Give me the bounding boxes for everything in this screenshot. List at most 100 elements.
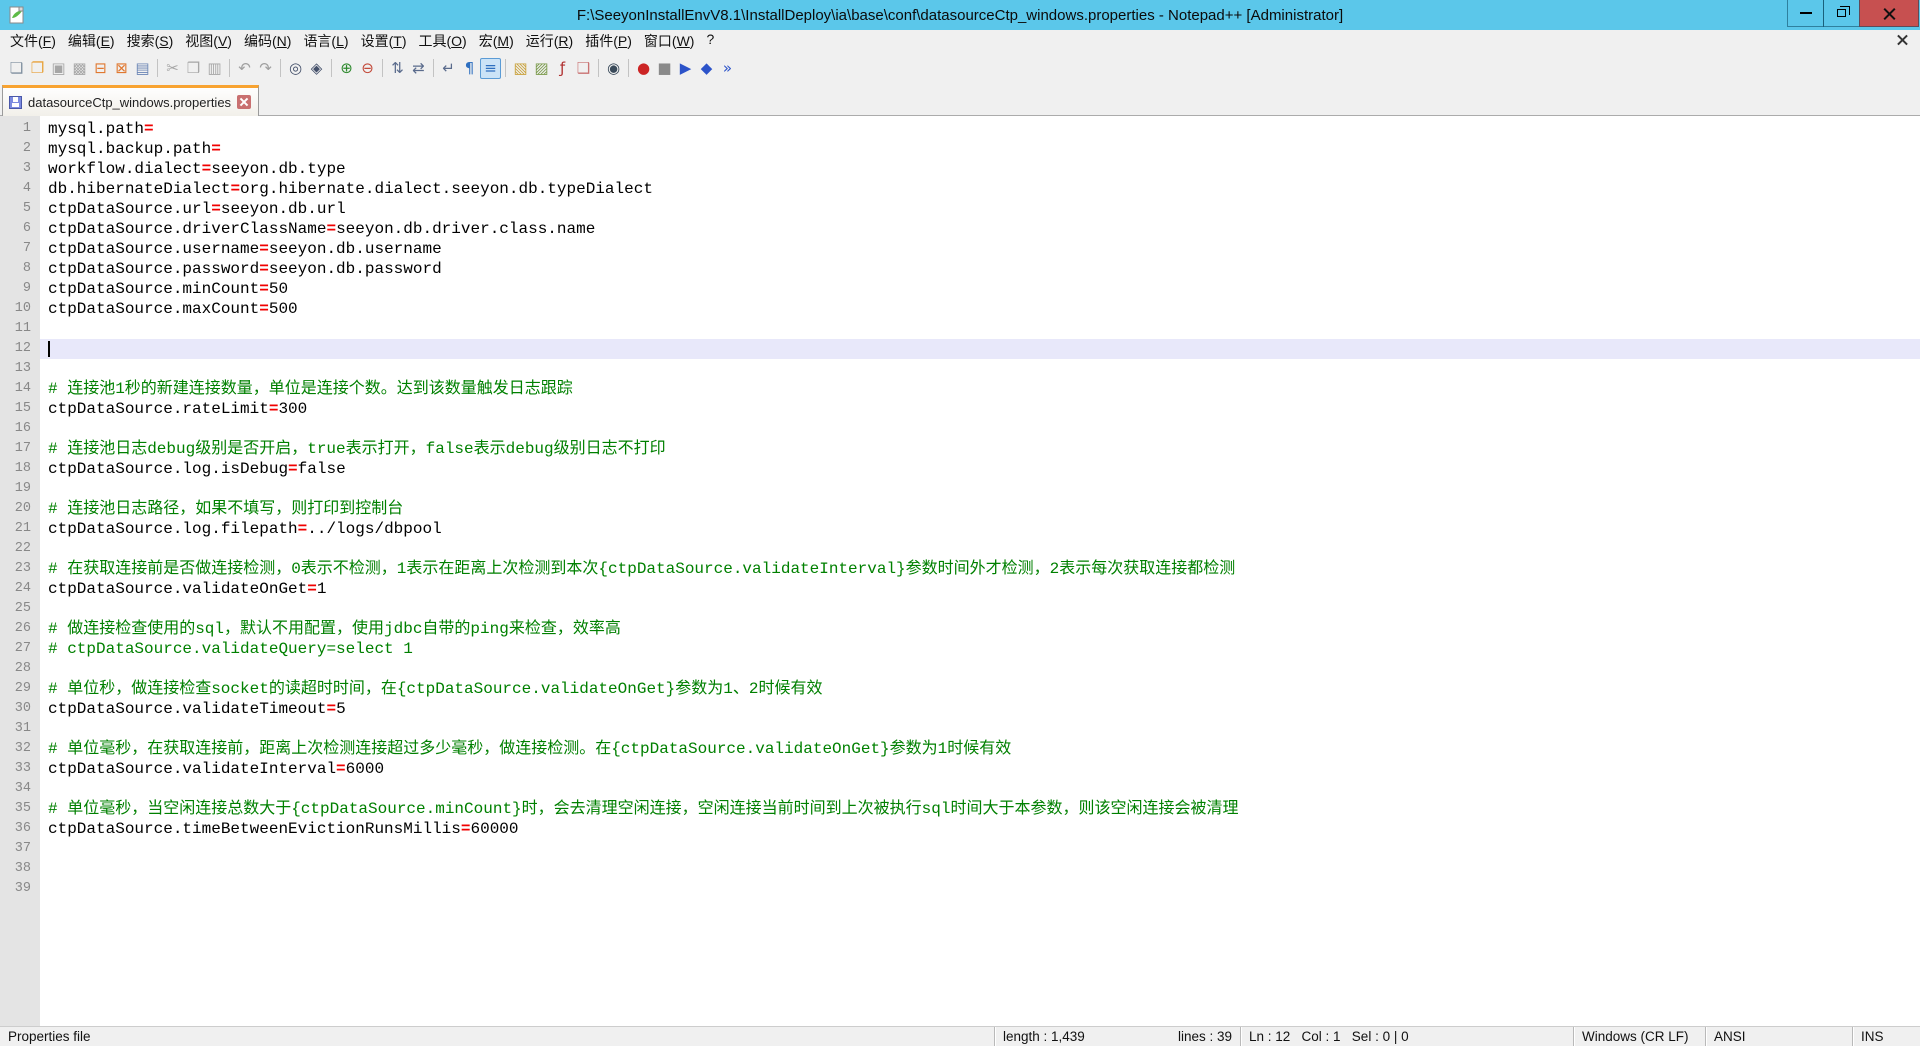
editor-line-30[interactable]: 30ctpDataSource.validateTimeout=5 — [0, 699, 1920, 719]
tab-close-button[interactable] — [237, 95, 251, 109]
editor-line-6[interactable]: 6ctpDataSource.driverClassName=seeyon.db… — [0, 219, 1920, 239]
line-number[interactable]: 3 — [0, 159, 40, 179]
editor-line-23[interactable]: 23# 在获取连接前是否做连接检测，0表示不检测，1表示在距离上次检测到本次{c… — [0, 559, 1920, 579]
word-wrap-button[interactable]: ↵ — [438, 58, 459, 79]
editor-line-1[interactable]: 1mysql.path= — [0, 119, 1920, 139]
menu-plugins[interactable]: 插件(P) — [579, 29, 638, 53]
editor-line-26[interactable]: 26# 做连接检查使用的sql，默认不用配置，使用jdbc自带的ping来检查，… — [0, 619, 1920, 639]
editor-line-38[interactable]: 38 — [0, 859, 1920, 879]
line-number[interactable]: 2 — [0, 139, 40, 159]
editor-line-32[interactable]: 32# 单位毫秒，在获取连接前，距离上次检测连接超过多少毫秒，做连接检测。在{c… — [0, 739, 1920, 759]
monitoring-button[interactable]: ◉ — [603, 58, 624, 79]
line-number[interactable]: 19 — [0, 479, 40, 499]
stop-recording-button[interactable]: ■ — [654, 58, 675, 79]
line-number[interactable]: 23 — [0, 559, 40, 579]
close-button[interactable] — [1859, 0, 1919, 27]
line-number[interactable]: 10 — [0, 299, 40, 319]
editor-line-22[interactable]: 22 — [0, 539, 1920, 559]
editor-line-28[interactable]: 28 — [0, 659, 1920, 679]
find-button[interactable]: ◎ — [285, 58, 306, 79]
line-number[interactable]: 35 — [0, 799, 40, 819]
close-all-button[interactable]: ⊠ — [111, 58, 132, 79]
line-number[interactable]: 34 — [0, 779, 40, 799]
editor-line-17[interactable]: 17# 连接池日志debug级别是否开启，true表示打开，false表示deb… — [0, 439, 1920, 459]
line-number[interactable]: 20 — [0, 499, 40, 519]
editor-line-31[interactable]: 31 — [0, 719, 1920, 739]
open-file-button[interactable]: ❐ — [27, 58, 48, 79]
line-number[interactable]: 14 — [0, 379, 40, 399]
function-list-button[interactable]: ƒ — [552, 58, 573, 79]
editor-line-27[interactable]: 27# ctpDataSource.validateQuery=select 1 — [0, 639, 1920, 659]
editor-line-36[interactable]: 36ctpDataSource.timeBetweenEvictionRunsM… — [0, 819, 1920, 839]
line-number[interactable]: 17 — [0, 439, 40, 459]
line-number[interactable]: 24 — [0, 579, 40, 599]
editor-line-39[interactable]: 39 — [0, 879, 1920, 899]
editor-line-11[interactable]: 11 — [0, 319, 1920, 339]
line-number[interactable]: 21 — [0, 519, 40, 539]
line-number[interactable]: 25 — [0, 599, 40, 619]
editor-line-20[interactable]: 20# 连接池日志路径，如果不填写，则打印到控制台 — [0, 499, 1920, 519]
show-indent-guide-button[interactable]: ≡ — [480, 58, 501, 79]
editor-line-25[interactable]: 25 — [0, 599, 1920, 619]
menu-macro[interactable]: 宏(M) — [473, 29, 520, 53]
menu-view[interactable]: 视图(V) — [179, 29, 238, 53]
menu-run[interactable]: 运行(R) — [520, 29, 579, 53]
editor-line-34[interactable]: 34 — [0, 779, 1920, 799]
line-number[interactable]: 8 — [0, 259, 40, 279]
line-number[interactable]: 1 — [0, 119, 40, 139]
menu-file[interactable]: 文件(F) — [4, 29, 62, 53]
editor-line-9[interactable]: 9ctpDataSource.minCount=50 — [0, 279, 1920, 299]
restore-button[interactable] — [1823, 0, 1860, 27]
editor-line-8[interactable]: 8ctpDataSource.password=seeyon.db.passwo… — [0, 259, 1920, 279]
record-macro-button[interactable]: ● — [633, 58, 654, 79]
line-number[interactable]: 30 — [0, 699, 40, 719]
paste-button[interactable]: ▥ — [204, 58, 225, 79]
editor-line-7[interactable]: 7ctpDataSource.username=seeyon.db.userna… — [0, 239, 1920, 259]
line-number[interactable]: 38 — [0, 859, 40, 879]
minimize-button[interactable] — [1787, 0, 1824, 27]
print-button[interactable]: ▤ — [132, 58, 153, 79]
line-number[interactable]: 26 — [0, 619, 40, 639]
playback-macro-button[interactable]: ▶ — [675, 58, 696, 79]
line-number[interactable]: 18 — [0, 459, 40, 479]
line-number[interactable]: 5 — [0, 199, 40, 219]
statusbar-eol-format[interactable]: Windows (CR LF) — [1573, 1027, 1705, 1046]
line-number[interactable]: 7 — [0, 239, 40, 259]
line-number[interactable]: 4 — [0, 179, 40, 199]
sync-vertical-scroll-button[interactable]: ⇅ — [387, 58, 408, 79]
editor-line-21[interactable]: 21ctpDataSource.log.filepath=../logs/dbp… — [0, 519, 1920, 539]
line-number[interactable]: 28 — [0, 659, 40, 679]
editor-line-5[interactable]: 5ctpDataSource.url=seeyon.db.url — [0, 199, 1920, 219]
editor-line-2[interactable]: 2mysql.backup.path= — [0, 139, 1920, 159]
editor-line-19[interactable]: 19 — [0, 479, 1920, 499]
menubar-close-button[interactable] — [1897, 34, 1911, 48]
menu-language[interactable]: 语言(L) — [297, 29, 354, 53]
editor-line-13[interactable]: 13 — [0, 359, 1920, 379]
run-macro-multiple-times-button[interactable]: » — [717, 58, 738, 79]
line-number[interactable]: 13 — [0, 359, 40, 379]
zoom-out-button[interactable]: ⊖ — [357, 58, 378, 79]
line-number[interactable]: 9 — [0, 279, 40, 299]
line-number[interactable]: 16 — [0, 419, 40, 439]
undo-button[interactable]: ↶ — [234, 58, 255, 79]
new-file-button[interactable]: ❏ — [6, 58, 27, 79]
line-number[interactable]: 11 — [0, 319, 40, 339]
zoom-in-button[interactable]: ⊕ — [336, 58, 357, 79]
editor-line-24[interactable]: 24ctpDataSource.validateOnGet=1 — [0, 579, 1920, 599]
editor-line-29[interactable]: 29# 单位秒，做连接检查socket的读超时时间，在{ctpDataSourc… — [0, 679, 1920, 699]
redo-button[interactable]: ↷ — [255, 58, 276, 79]
replace-button[interactable]: ◈ — [306, 58, 327, 79]
editor-line-14[interactable]: 14# 连接池1秒的新建连接数量，单位是连接个数。达到该数量触发日志跟踪 — [0, 379, 1920, 399]
save-all-button[interactable]: ▩ — [69, 58, 90, 79]
line-number[interactable]: 27 — [0, 639, 40, 659]
editor-line-10[interactable]: 10ctpDataSource.maxCount=500 — [0, 299, 1920, 319]
menu-tools[interactable]: 工具(O) — [412, 29, 472, 53]
menu-settings[interactable]: 设置(T) — [355, 29, 413, 53]
line-number[interactable]: 36 — [0, 819, 40, 839]
statusbar-encoding[interactable]: ANSI — [1705, 1027, 1852, 1046]
line-number[interactable]: 31 — [0, 719, 40, 739]
save-macro-button[interactable]: ◆ — [696, 58, 717, 79]
line-number[interactable]: 12 — [0, 339, 40, 359]
editor-line-16[interactable]: 16 — [0, 419, 1920, 439]
editor-line-4[interactable]: 4db.hibernateDialect=org.hibernate.diale… — [0, 179, 1920, 199]
